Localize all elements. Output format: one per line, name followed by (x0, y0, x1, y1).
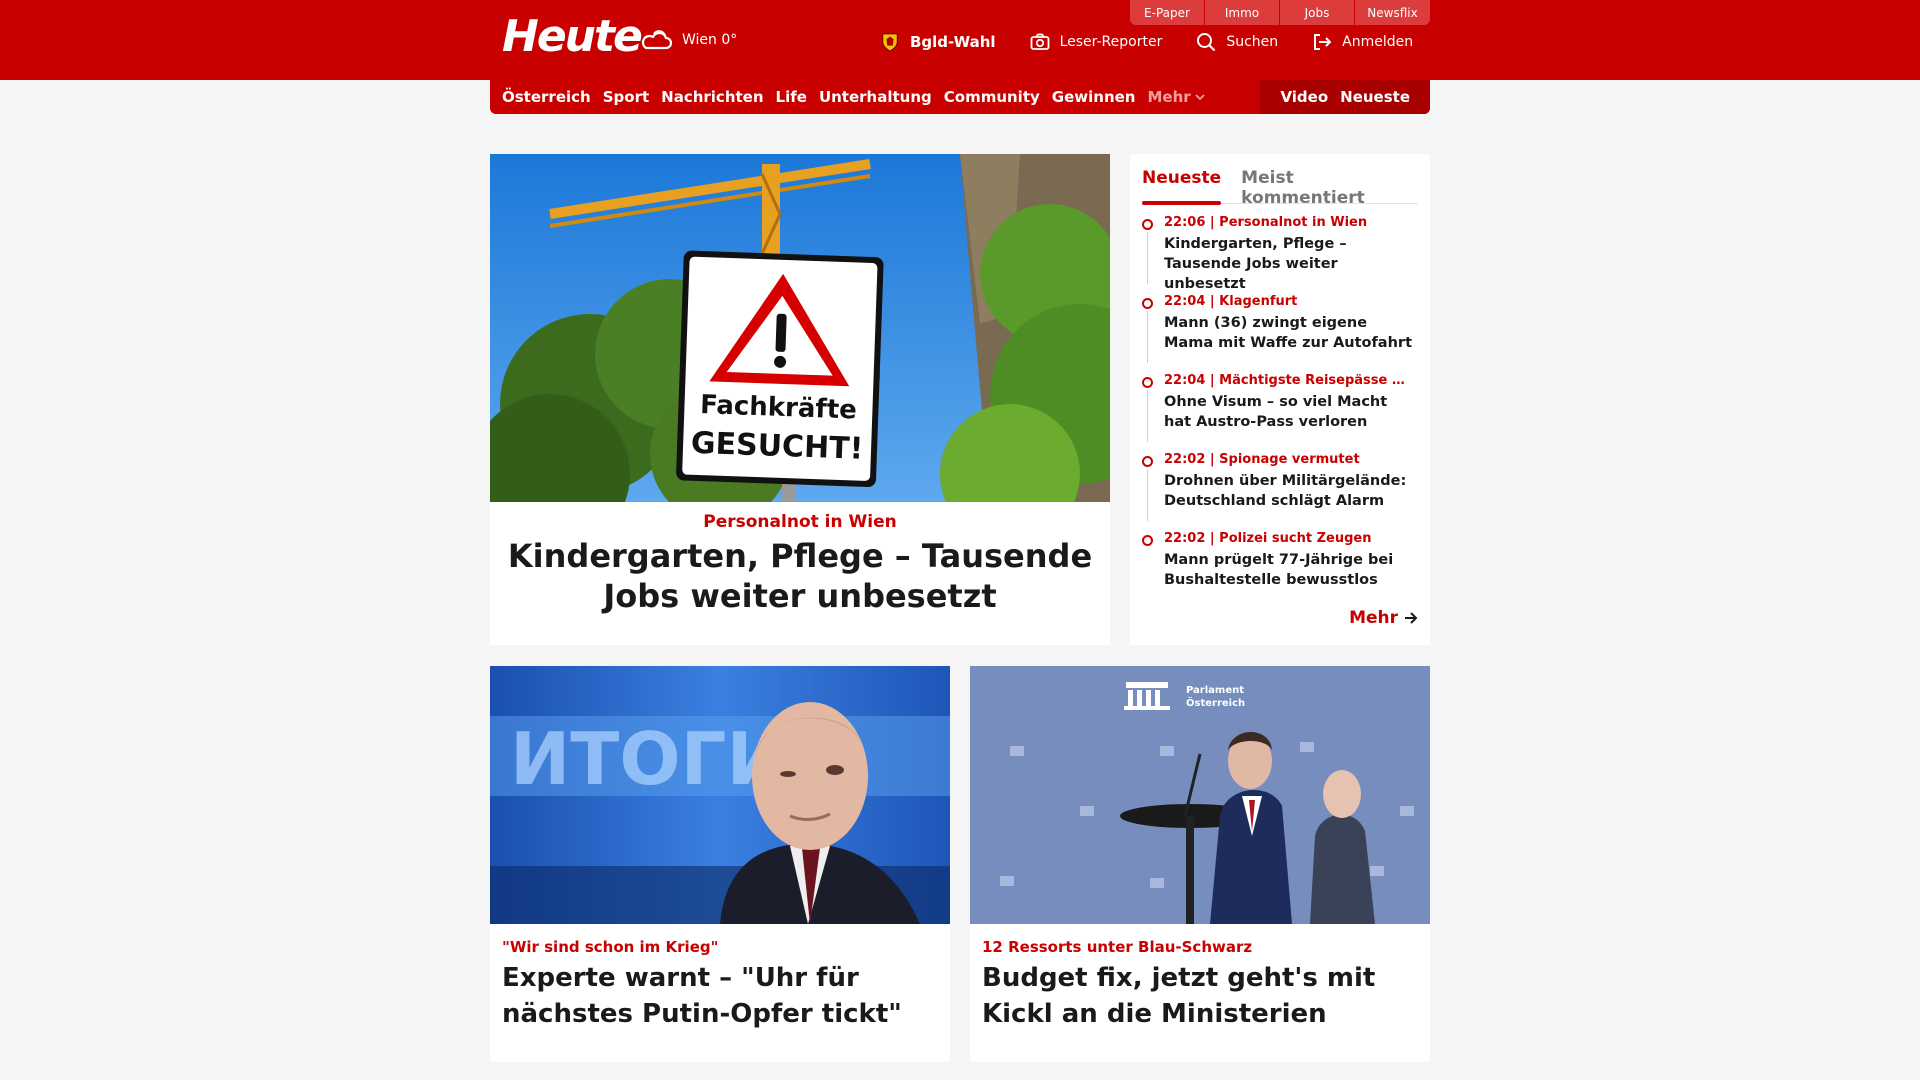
article-image-parliament[interactable]: Parlament Österreich (970, 666, 1430, 924)
sign-text-1: Fachkräfte (700, 390, 858, 425)
nav-more-menu[interactable]: Mehr (1147, 88, 1205, 106)
news-meta: 22:02 | Polizei sucht Zeugen (1164, 531, 1372, 546)
nav-item-gewinnen[interactable]: Gewinnen (1052, 88, 1136, 106)
camera-icon (1030, 33, 1049, 50)
news-meta: 22:04 | Klagenfurt (1164, 294, 1298, 309)
nav-item-oesterreich[interactable]: Österreich (502, 88, 591, 106)
news-title[interactable]: Drohnen über Militärgelände: Deutschland… (1164, 471, 1416, 511)
hero-image-graphic: Fachkräfte GESUCHT! (490, 154, 1110, 502)
weather-widget[interactable]: Wien 0° (640, 26, 737, 54)
election-label: Bgld-Wahl (910, 33, 996, 51)
image-background-text: ИТОГИ (510, 717, 787, 801)
news-title[interactable]: Kindergarten, Pflege – Tausende Jobs wei… (1164, 234, 1416, 294)
election-link[interactable]: Bgld-Wahl (880, 32, 996, 52)
service-link-immo[interactable]: Immo (1205, 0, 1280, 25)
nav-item-video[interactable]: Video (1280, 88, 1328, 106)
service-links: E-Paper Immo Jobs Newsflix (1130, 0, 1430, 25)
timeline-line (1147, 469, 1148, 521)
login-button[interactable]: Anmelden (1312, 32, 1413, 52)
news-meta: 22:04 | Mächtigste Reisepässe der... (1164, 373, 1414, 388)
nav-right-group: Video Neueste (1260, 80, 1430, 114)
chevron-down-icon (1195, 94, 1205, 101)
timeline-dot-icon (1142, 298, 1153, 309)
news-list: 22:06 | Personalnot in Wien Kindergarten… (1142, 214, 1422, 609)
weather-label: Wien 0° (682, 32, 738, 48)
search-label: Suchen (1226, 34, 1279, 50)
timeline-dot-icon (1142, 535, 1153, 546)
arrow-right-icon (1405, 612, 1418, 624)
coat-of-arms-icon (882, 33, 898, 52)
news-title[interactable]: Mann (36) zwingt eigene Mama mit Waffe z… (1164, 313, 1416, 353)
parliament-logo-text-2: Österreich (1186, 695, 1245, 709)
timeline-line (1147, 311, 1148, 363)
service-link-newsflix[interactable]: Newsflix (1355, 0, 1430, 25)
list-item[interactable]: 22:02 | Polizei sucht Zeugen Mann prügel… (1142, 530, 1422, 609)
sidebar-more-label: Mehr (1349, 608, 1398, 628)
timeline-dot-icon (1142, 456, 1153, 467)
list-item[interactable]: 22:04 | Klagenfurt Mann (36) zwingt eige… (1142, 293, 1422, 372)
article-card-putin[interactable]: ИТОГИ "Wir sind schon im Krieg" Experte … (490, 666, 950, 1062)
nav-item-neueste[interactable]: Neueste (1340, 88, 1410, 106)
list-item[interactable]: 22:04 | Mächtigste Reisepässe der... Ohn… (1142, 372, 1422, 451)
tab-meist-kommentiert[interactable]: Meist kommentiert (1241, 162, 1418, 208)
nav-item-community[interactable]: Community (944, 88, 1040, 106)
nav-item-nachrichten[interactable]: Nachrichten (661, 88, 763, 106)
news-meta: 22:06 | Personalnot in Wien (1164, 215, 1368, 230)
service-link-jobs[interactable]: Jobs (1280, 0, 1355, 25)
timeline-line (1147, 390, 1148, 442)
heute-logo[interactable]: Heute (502, 10, 643, 64)
timeline-dot-icon (1142, 219, 1153, 230)
header-actions: Bgld-Wahl Leser-Reporter Suchen Anmelden (880, 32, 1413, 52)
card-kicker[interactable]: "Wir sind schon im Krieg" (502, 938, 718, 956)
article-image-putin[interactable]: ИТОГИ (490, 666, 950, 924)
nav-item-unterhaltung[interactable]: Unterhaltung (819, 88, 932, 106)
hero-article[interactable]: Fachkräfte GESUCHT! Personalnot in Wien … (490, 154, 1110, 645)
list-item[interactable]: 22:06 | Personalnot in Wien Kindergarten… (1142, 214, 1422, 293)
hero-kicker[interactable]: Personalnot in Wien (490, 512, 1110, 532)
login-icon (1314, 34, 1332, 50)
main-navigation: Österreich Sport Nachrichten Life Unterh… (490, 80, 1430, 114)
hero-title[interactable]: Kindergarten, Pflege – Tausende Jobs wei… (500, 536, 1100, 616)
latest-news-sidebar: Neueste Meist kommentiert 22:06 | Person… (1130, 154, 1430, 645)
nav-item-life[interactable]: Life (776, 88, 807, 106)
card-title[interactable]: Budget fix, jetzt geht's mit Kickl an di… (982, 960, 1422, 1032)
sidebar-more-link[interactable]: Mehr (1349, 608, 1418, 628)
sidebar-tabs: Neueste Meist kommentiert (1142, 162, 1418, 208)
search-button[interactable]: Suchen (1196, 32, 1278, 52)
card-kicker[interactable]: 12 Ressorts unter Blau-Schwarz (982, 938, 1252, 956)
search-icon (1197, 33, 1216, 52)
news-meta: 22:02 | Spionage vermutet (1164, 452, 1360, 467)
reporter-link[interactable]: Leser-Reporter (1030, 32, 1163, 52)
parliament-logo-text-1: Parlament (1186, 685, 1244, 696)
hero-image[interactable]: Fachkräfte GESUCHT! (490, 154, 1110, 502)
nav-more-label: Mehr (1147, 88, 1191, 106)
sign-text-2: GESUCHT! (690, 426, 863, 467)
article-image-graphic: ИТОГИ (490, 666, 950, 924)
list-item[interactable]: 22:02 | Spionage vermutet Drohnen über M… (1142, 451, 1422, 530)
nav-item-sport[interactable]: Sport (603, 88, 649, 106)
cloud-sun-icon (641, 30, 673, 50)
service-link-epaper[interactable]: E-Paper (1130, 0, 1205, 25)
news-title[interactable]: Ohne Visum – so viel Macht hat Austro-Pa… (1164, 392, 1416, 432)
tab-neueste[interactable]: Neueste (1142, 162, 1222, 205)
article-card-budget[interactable]: Parlament Österreich 12 Ressorts unter B… (970, 666, 1430, 1062)
timeline-line (1147, 232, 1148, 284)
login-label: Anmelden (1342, 34, 1414, 50)
reporter-label: Leser-Reporter (1059, 34, 1163, 50)
timeline-dot-icon (1142, 377, 1153, 388)
article-image-graphic: Parlament Österreich (970, 666, 1430, 924)
news-title[interactable]: Mann prügelt 77-Jährige bei Bushaltestel… (1164, 550, 1416, 590)
card-title[interactable]: Experte warnt – "Uhr für nächstes Putin-… (502, 960, 942, 1032)
